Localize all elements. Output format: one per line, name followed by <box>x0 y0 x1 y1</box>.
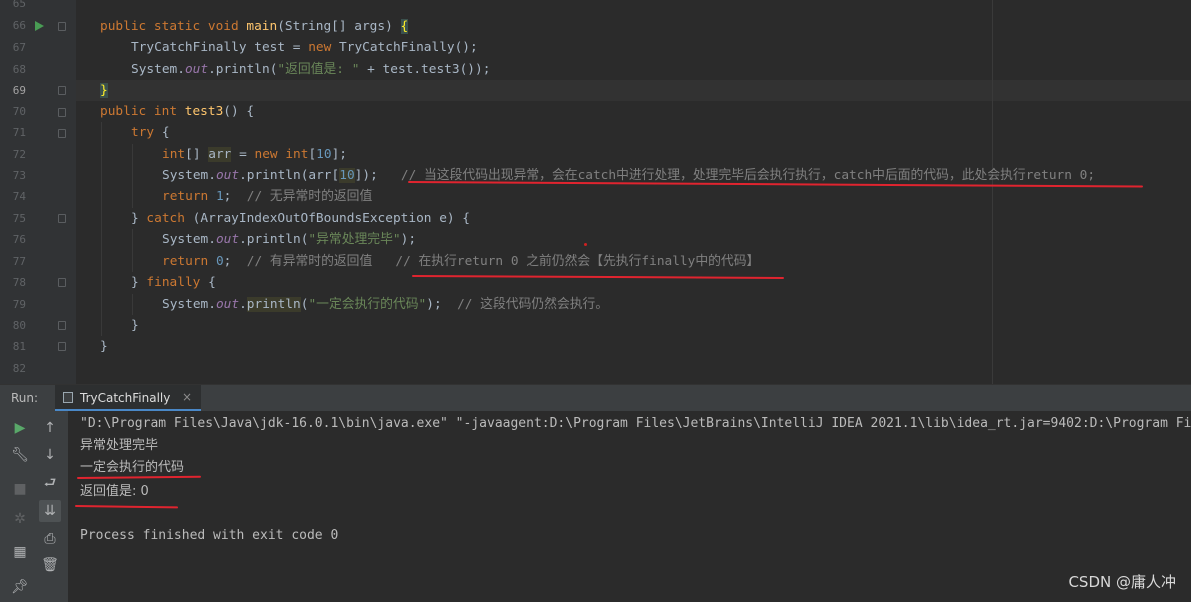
console-tab-icon <box>63 392 73 403</box>
tab-trycatchfinally[interactable]: TryCatchFinally × <box>55 385 201 411</box>
scroll-to-end-icon[interactable]: ⇊ <box>39 500 61 522</box>
line-number: 70 <box>12 105 26 118</box>
code-line-74: return 1; // 无异常时的返回值 <box>162 189 373 204</box>
line-number: 81 <box>12 340 26 353</box>
stop-icon[interactable]: ■ <box>9 478 31 500</box>
fold-marker-icon[interactable] <box>58 129 66 138</box>
editor-gutter: 65 66 67 68 69 70 71 72 73 74 75 76 77 7… <box>0 0 76 384</box>
line-number: 79 <box>12 298 26 311</box>
indent-guide <box>132 229 133 272</box>
line-number: 78 <box>12 276 26 289</box>
run-toolbar: ▶ ↑ 🔧︎ ↓ ■ ⮐ ✲ ⇊ ▦ ⎙ 📌︎ 🗑︎ <box>0 411 68 602</box>
fold-marker-icon[interactable] <box>58 321 66 330</box>
soft-wrap-icon[interactable]: ⮐ <box>39 472 61 494</box>
fold-marker-icon[interactable] <box>58 278 66 287</box>
line-number: 82 <box>12 362 26 375</box>
code-line-78: } finally { <box>131 275 216 290</box>
line-number: 74 <box>12 190 26 203</box>
run-label: Run: <box>11 391 39 405</box>
line-number: 69 <box>12 84 26 97</box>
console-line: "D:\Program Files\Java\jdk-16.0.1\bin\ja… <box>80 416 1191 431</box>
console-line: 异常处理完毕 <box>80 438 159 453</box>
console-line: 一定会执行的代码 <box>80 460 185 475</box>
current-line-highlight <box>76 80 1191 101</box>
run-panel-header: Run: TryCatchFinally × <box>0 384 1191 411</box>
code-line-70: public int test3() { <box>100 104 255 119</box>
print-icon[interactable]: ⎙ <box>39 528 61 550</box>
line-number: 80 <box>12 319 26 332</box>
run-gutter-icon[interactable] <box>35 21 44 31</box>
line-number: 72 <box>12 148 26 161</box>
indent-guide <box>132 294 133 315</box>
watermark: CSDN @庸人冲 <box>1068 573 1176 591</box>
line-number: 65 <box>12 0 26 10</box>
fold-marker-icon[interactable] <box>58 342 66 351</box>
run-panel: ▶ ↑ 🔧︎ ↓ ■ ⮐ ✲ ⇊ ▦ ⎙ 📌︎ 🗑︎ "D:\Program F… <box>0 411 1191 602</box>
right-margin-guide <box>992 0 993 384</box>
annotation-underline <box>76 475 202 479</box>
code-line-68: System.out.println("返回值是: " + test.test3… <box>131 62 491 77</box>
close-icon[interactable]: × <box>182 390 192 404</box>
layout-icon[interactable]: ▦ <box>9 541 31 563</box>
code-line-80: } <box>131 318 139 333</box>
line-number: 75 <box>12 212 26 225</box>
line-number: 73 <box>12 169 26 182</box>
code-line-76: System.out.println("异常处理完毕"); <box>162 232 417 247</box>
line-number: 76 <box>12 233 26 246</box>
tab-label: TryCatchFinally <box>80 391 171 405</box>
trash-icon[interactable]: 🗑︎ <box>39 554 61 576</box>
code-line-77: return 0; // 有异常时的返回值 // 在执行return 0 之前仍… <box>162 254 760 269</box>
code-comment: // 在执行return 0 之前仍然会【先执行finally中的代码】 <box>395 254 760 269</box>
console-line: 返回值是: 0 <box>80 484 149 499</box>
line-number: 71 <box>12 126 26 139</box>
wrench-icon[interactable]: 🔧︎ <box>9 444 31 466</box>
line-number: 66 <box>12 19 26 32</box>
fold-marker-icon[interactable] <box>58 22 66 31</box>
line-number: 77 <box>12 255 26 268</box>
annotation-underline <box>411 275 785 279</box>
line-number: 67 <box>12 41 26 54</box>
fold-marker-icon[interactable] <box>58 108 66 117</box>
annotation-underline <box>74 505 179 509</box>
code-line-81: } <box>100 339 108 354</box>
down-arrow-icon[interactable]: ↓ <box>39 444 61 466</box>
code-editor[interactable]: 65 66 67 68 69 70 71 72 73 74 75 76 77 7… <box>0 0 1191 384</box>
indent-guide <box>101 122 102 336</box>
annotation-dot <box>584 243 587 246</box>
pin-icon[interactable]: 📌︎ <box>9 576 31 598</box>
line-number: 68 <box>12 63 26 76</box>
debug-icon[interactable]: ✲ <box>9 508 31 530</box>
indent-guide <box>132 144 133 208</box>
fold-marker-icon[interactable] <box>58 214 66 223</box>
code-line-69: } <box>100 83 108 98</box>
code-line-72: int[] arr = new int[10]; <box>162 147 347 162</box>
fold-marker-icon[interactable] <box>58 86 66 95</box>
code-line-66: public static void main(String[] args) { <box>100 19 409 34</box>
code-line-71: try { <box>131 125 170 140</box>
code-line-79: System.out.println("一定会执行的代码"); // 这段代码仍… <box>162 297 609 312</box>
up-arrow-icon[interactable]: ↑ <box>39 417 61 439</box>
code-line-75: } catch (ArrayIndexOutOfBoundsException … <box>131 211 471 226</box>
code-line-67: TryCatchFinally test = new TryCatchFinal… <box>131 40 478 55</box>
rerun-icon[interactable]: ▶ <box>9 417 31 439</box>
console-line: Process finished with exit code 0 <box>80 528 339 543</box>
